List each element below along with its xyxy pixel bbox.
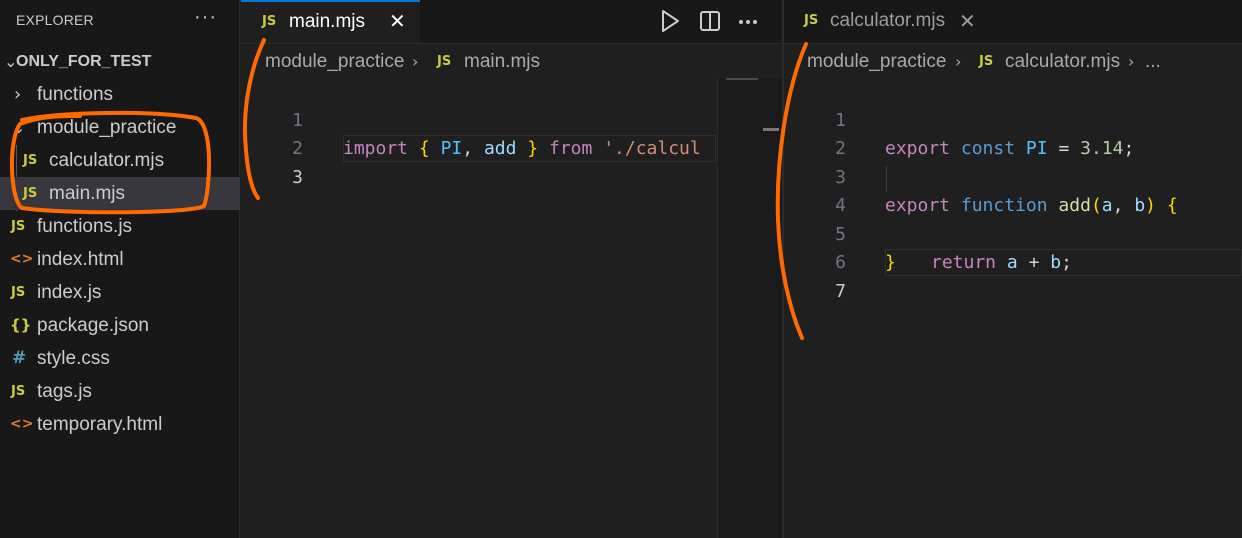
json-file-icon: {} [10,316,32,334]
breadcrumb-folder[interactable]: module_practice [807,46,946,78]
tab-calculator-mjs[interactable]: JS calculator.mjs ✕ [784,0,990,43]
code-line: 5 } [784,192,1242,274]
code-editor[interactable]: 1 import { PI, add } from './calcul 2 3 [241,78,782,538]
breadcrumb-more[interactable]: ... [1145,46,1161,78]
js-file-icon: JS [262,14,277,29]
css-file-icon: # [12,348,27,368]
line-number: 3 [292,166,303,188]
left-tab-bar: JS main.mjs ✕ [241,0,782,44]
tree-item-label: calculator.mjs [49,150,165,171]
left-editor-pane: JS main.mjs ✕ module_practice › JS main.… [241,0,782,538]
tree-item-index-html[interactable]: <> index.html [0,243,240,276]
js-file-icon: JS [11,285,26,300]
line-number: 7 [835,280,846,302]
tree-item-label: module_practice [37,117,177,138]
tab-main-mjs[interactable]: JS main.mjs ✕ [241,0,420,43]
code-editor[interactable]: 1 export const PI = 3.14; 2 3 export fun… [784,78,1242,538]
scrollbar-cursor-marker [763,128,779,131]
ellipsis-icon[interactable]: ··· [194,6,217,29]
tree-item-label: index.html [37,249,124,270]
breadcrumb-file[interactable]: calculator.mjs [1005,46,1120,78]
chevron-down-icon: ⌄ [12,118,26,137]
js-file-icon: JS [979,54,994,69]
code-line: 7 [784,249,1242,302]
tree-item-label: functions.js [37,216,133,237]
tree-item-tags-js[interactable]: JS tags.js [0,375,240,408]
minimap-line [726,78,758,80]
right-editor-pane: JS calculator.mjs ✕ module_practice › JS… [784,0,1242,538]
code-line: 6 [784,221,1242,273]
tree-item-label: package.json [37,315,149,336]
tab-label: calculator.mjs [830,10,946,31]
tree-item-package-json[interactable]: {} package.json [0,309,240,342]
split-editor-icon[interactable] [697,8,723,34]
breadcrumb-file[interactable]: main.mjs [464,46,540,78]
explorer-title: EXPLORER [16,12,94,28]
js-file-icon: JS [437,54,452,69]
tree-item-main-mjs[interactable]: JS main.mjs [0,177,240,210]
js-file-icon: JS [11,219,26,234]
code-line: 3 [241,135,782,188]
code-line: 1 export const PI = 3.14; [784,78,1242,160]
tab-label: main.mjs [289,11,366,32]
close-icon[interactable]: ✕ [389,2,406,41]
tree-item-style-css[interactable]: # style.css [0,342,240,375]
workspace-root[interactable]: ⌄ ONLY_FOR_TEST [0,45,240,78]
tree-item-label: style.css [37,348,110,369]
code-line: 3 export function add(a, b) { [784,135,1242,217]
tree-item-label: temporary.html [37,414,163,435]
tree-item-temporary-html[interactable]: <> temporary.html [0,408,240,441]
explorer-header: EXPLORER ··· [0,0,240,40]
tree-item-calculator-mjs[interactable]: JS calculator.mjs [0,144,240,177]
workspace-root-label: ONLY_FOR_TEST [16,53,152,70]
indent-guide [886,165,887,192]
code-line: 1 import { PI, add } from './calcul [241,78,782,160]
chevron-right-icon: › [955,52,962,71]
ellipsis-icon[interactable] [735,8,761,34]
code-line: 4 return a + b; [784,164,1242,273]
js-file-icon: JS [23,153,38,168]
minimap[interactable] [717,78,782,538]
tree-item-index-js[interactable]: JS index.js [0,276,240,309]
chevron-right-icon: › [14,84,22,105]
tree-item-label: functions [37,84,114,105]
html-file-icon: <> [10,416,34,432]
chevron-right-icon: › [1128,52,1135,71]
explorer-sidebar: EXPLORER ··· ⌄ ONLY_FOR_TEST › functions… [0,0,240,538]
js-file-icon: JS [804,13,819,28]
tree-item-functions-folder[interactable]: › functions [0,78,240,111]
js-file-icon: JS [11,384,26,399]
html-file-icon: <> [10,251,34,267]
right-tab-bar: JS calculator.mjs ✕ [784,0,1242,44]
breadcrumb-folder[interactable]: module_practice [265,46,404,78]
run-icon[interactable] [657,8,683,34]
code-line: 2 [784,107,1242,159]
chevron-right-icon: › [412,52,419,71]
tree-item-functions-js[interactable]: JS functions.js [0,210,240,243]
tree-item-label: main.mjs [49,183,126,204]
tree-item-label: index.js [37,282,102,303]
code-line: 2 [241,107,782,159]
js-file-icon: JS [23,186,38,201]
close-icon[interactable]: ✕ [959,0,976,42]
tree-item-module-practice-folder[interactable]: ⌄ module_practice [0,111,240,144]
tree-item-label: tags.js [37,381,92,402]
